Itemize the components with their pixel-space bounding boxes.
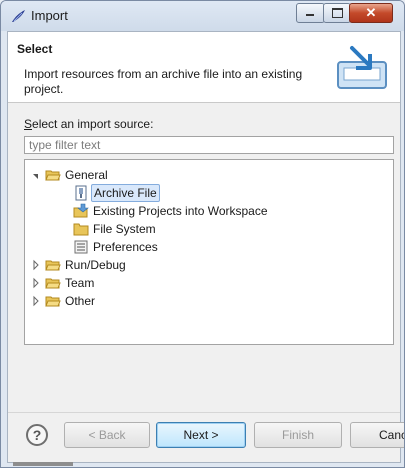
- folder-open-icon: [45, 260, 61, 271]
- cancel-button[interactable]: Cancel: [350, 422, 404, 448]
- filter-input[interactable]: [24, 136, 394, 154]
- tree-node-label: Archive File: [91, 184, 160, 202]
- mnemonic-letter: S: [24, 117, 33, 131]
- tree-node-label: Other: [65, 294, 96, 308]
- folder-icon: [73, 223, 89, 236]
- folder-open-icon: [45, 296, 61, 307]
- tree-node-label: File System: [93, 222, 156, 236]
- collapsed-arrow-icon: [33, 259, 39, 271]
- title-bar[interactable]: Import ✕: [1, 1, 404, 31]
- minimize-button[interactable]: [296, 3, 325, 23]
- tree-node-label: Preferences: [93, 240, 158, 254]
- help-icon[interactable]: ?: [26, 424, 48, 446]
- preferences-icon: [74, 240, 88, 254]
- page-title: Select: [17, 42, 53, 56]
- tree-node-label: Existing Projects into Workspace: [93, 204, 268, 218]
- folder-open-icon: [45, 278, 61, 289]
- close-icon: ✕: [365, 5, 377, 20]
- tree-node-label: Team: [65, 276, 95, 290]
- eclipse-feather-icon: [12, 10, 25, 22]
- wizard-header: Select Import resources from an archive …: [8, 32, 400, 103]
- window-title: Import: [31, 8, 68, 23]
- existing-projects-icon: [73, 203, 89, 218]
- import-banner-icon: [337, 46, 387, 89]
- page-description: Import resources from an archive file in…: [24, 67, 303, 96]
- maximize-button[interactable]: [323, 3, 351, 23]
- expanded-arrow-icon: [33, 174, 38, 179]
- import-source-label-text: elect an import source:: [32, 117, 154, 131]
- dialog-content: Select Import resources from an archive …: [7, 31, 404, 463]
- import-dialog: Import ✕ Select Import resources from an…: [0, 0, 405, 468]
- archive-file-icon: [75, 185, 87, 201]
- next-button[interactable]: Next >: [156, 422, 246, 448]
- tree-node-label: Run/Debug: [65, 258, 126, 272]
- import-source-label: Select an import source:: [24, 117, 153, 131]
- finish-button[interactable]: Finish: [254, 422, 342, 448]
- tree-node-label: General: [65, 168, 108, 182]
- minimize-icon: [306, 14, 314, 16]
- collapsed-arrow-icon: [33, 277, 39, 289]
- maximize-icon: [332, 8, 343, 18]
- collapsed-arrow-icon: [33, 295, 39, 307]
- back-button[interactable]: < Back: [64, 422, 150, 448]
- close-button[interactable]: ✕: [349, 3, 393, 23]
- folder-open-icon: [45, 170, 61, 181]
- footer-separator: [8, 412, 400, 413]
- resize-grip[interactable]: [13, 462, 73, 466]
- import-source-tree[interactable]: General Archive File Existing Projects i…: [24, 159, 394, 345]
